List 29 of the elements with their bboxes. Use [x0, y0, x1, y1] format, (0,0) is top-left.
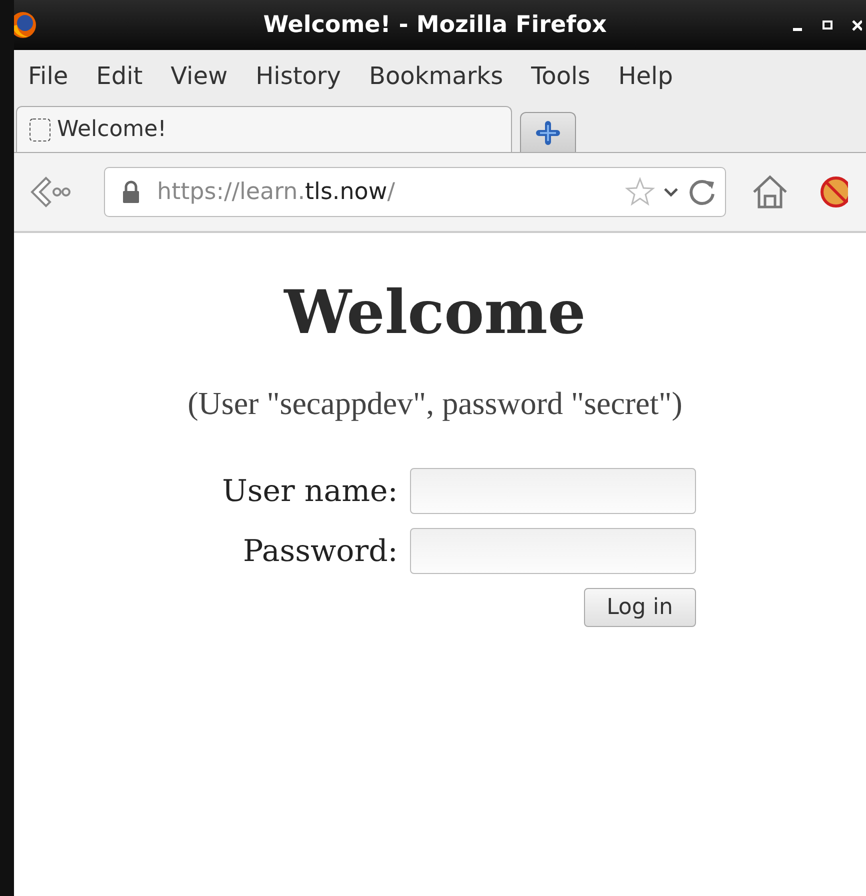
maximize-icon[interactable] [822, 19, 834, 31]
page-icon [29, 118, 51, 142]
menu-item[interactable]: Bookmarks [369, 62, 504, 90]
browser-logo-icon [14, 10, 38, 40]
input-field[interactable] [410, 468, 696, 514]
close-icon[interactable] [852, 19, 862, 31]
dropdown-icon[interactable] [663, 186, 679, 198]
address-bar[interactable]: https://learn.tls.now/ [104, 167, 726, 217]
menu-item[interactable]: Edit [96, 62, 143, 90]
menu-item[interactable]: Help [618, 62, 673, 90]
input-field[interactable] [410, 528, 696, 574]
login-hint: (User "secappdev", password "secret") [188, 385, 682, 422]
page-heading: Welcome [284, 277, 586, 349]
login-button[interactable]: Log in [584, 588, 696, 627]
browser-tab[interactable]: Welcome! [16, 106, 512, 152]
new-tab-button[interactable] [520, 112, 576, 152]
url-text: https://learn.tls.now/ [157, 179, 396, 205]
plus-icon [536, 120, 560, 144]
blocked-addon-icon[interactable] [818, 174, 848, 210]
menu-item[interactable]: File [28, 62, 68, 90]
menu-item[interactable]: History [256, 62, 341, 90]
menu-item[interactable]: View [170, 62, 228, 90]
lock-icon [121, 180, 141, 204]
field-label: User name: [222, 474, 398, 508]
star-icon[interactable] [625, 177, 655, 207]
window-title: Welcome! - Mozilla Firefox [262, 12, 608, 38]
reload-icon[interactable] [687, 177, 717, 207]
field-label: Password: [242, 534, 398, 568]
menu-item[interactable]: Tools [531, 62, 590, 90]
